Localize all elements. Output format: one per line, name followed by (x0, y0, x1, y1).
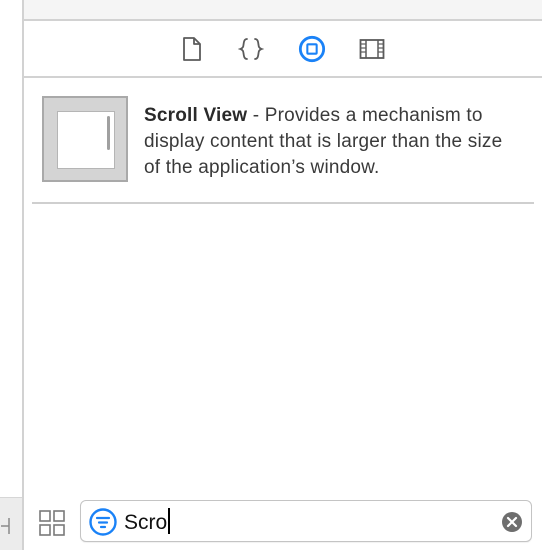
file-template-icon (183, 37, 201, 61)
tab-code-snippets[interactable] (237, 35, 265, 63)
library-window: Scroll View - Provides a mechanism to di… (0, 0, 542, 550)
filter-bar: Scro (24, 498, 542, 550)
media-library-icon (359, 39, 385, 59)
scroll-view-thumbnail (42, 96, 128, 182)
filter-input-text: Scro (124, 511, 168, 534)
tab-file-templates[interactable] (178, 35, 206, 63)
library-item-divider (32, 202, 534, 204)
code-snippet-icon (238, 38, 264, 60)
library-item-separator: - (247, 105, 265, 126)
library-panel: Scroll View - Provides a mechanism to di… (24, 0, 542, 550)
editor-bottom-strip (0, 497, 22, 550)
scroller-glyph (107, 116, 110, 150)
library-toolbar (24, 21, 542, 78)
filter-input[interactable]: Scro (124, 508, 171, 536)
panel-top-strip (24, 0, 542, 21)
scroll-view-preview (57, 111, 115, 169)
library-item-description-block: Scroll View - Provides a mechanism to di… (144, 103, 519, 181)
library-item-scroll-view[interactable]: Scroll View - Provides a mechanism to di… (42, 96, 522, 186)
clear-icon[interactable] (501, 511, 523, 533)
tab-object-library[interactable] (298, 35, 326, 63)
editor-gutter (0, 0, 22, 550)
library-filter-field[interactable]: Scro (80, 500, 532, 542)
library-item-title: Scroll View (144, 105, 248, 126)
grid-view-button[interactable] (38, 509, 66, 537)
tab-media-library[interactable] (358, 35, 386, 63)
gutter-tick-icon (1, 518, 10, 534)
object-library-icon (298, 35, 326, 63)
grid-view-icon (39, 510, 65, 536)
text-caret (168, 508, 171, 534)
filter-icon[interactable] (89, 508, 117, 536)
